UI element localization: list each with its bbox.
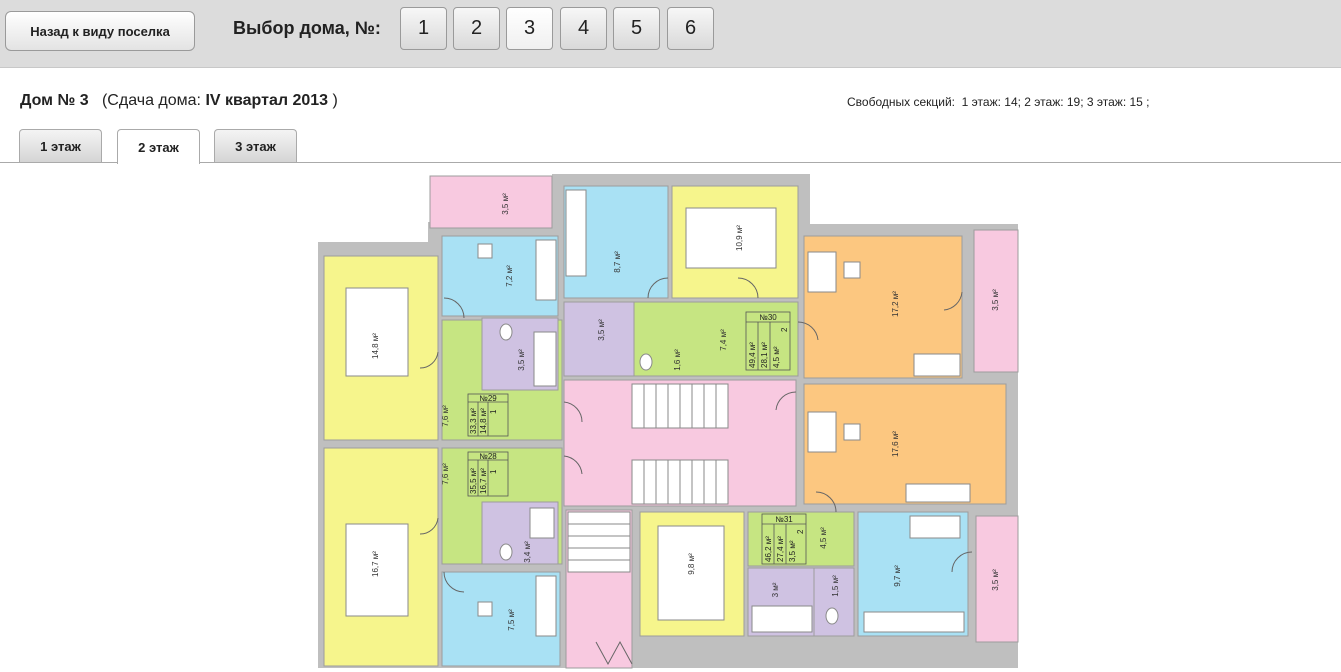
- apartment-28-living: 16,7 м²: [479, 468, 488, 494]
- delivery-value: IV квартал 2013: [205, 92, 329, 109]
- label-wc-30: 1,6 м²: [673, 349, 682, 371]
- toilet-29: [499, 323, 513, 341]
- free-sections: Свободных секций: 1 этаж: 14; 2 этаж: 19…: [847, 95, 1150, 109]
- house-button-6[interactable]: 6: [667, 7, 714, 50]
- shower-28: [529, 507, 555, 539]
- house-button-2[interactable]: 2: [453, 7, 500, 50]
- label-balcony-right-bottom: 3,5 м²: [991, 569, 1000, 591]
- apartment-28-total: 35,5 м²: [469, 468, 478, 494]
- toilet-30: [639, 353, 653, 371]
- label-hall-29: 7,6 м²: [441, 405, 450, 427]
- kitchen-counter-30: [565, 189, 587, 277]
- label-bedroom-29: 14,8 м²: [371, 333, 380, 359]
- top-bar: Назад к виду поселка Выбор дома, №: 1 2 …: [0, 0, 1341, 68]
- apartment-31-rooms: 2: [796, 529, 805, 534]
- delivery-open: (Сдача дома:: [101, 92, 201, 109]
- label-bedroom-30: 10,9 м²: [735, 225, 744, 251]
- apartment-box-29[interactable]: №29 33,3 м² 14,8 м² 1: [467, 393, 509, 437]
- apartment-box-30[interactable]: №30 49,4 м² 28,1 м² 4,5 м² 2: [745, 311, 791, 371]
- label-bath-30: 3,5 м²: [597, 319, 606, 341]
- label-kitchen-29: 7,2 м²: [505, 265, 514, 287]
- house-button-5[interactable]: 5: [613, 7, 660, 50]
- label-bedroom-28: 16,7 м²: [371, 551, 380, 577]
- apartment-box-28[interactable]: №28 35,5 м² 16,7 м² 1: [467, 451, 509, 497]
- tab-floor-3[interactable]: 3 этаж: [214, 129, 297, 163]
- apartment-30-balcony: 4,5 м²: [772, 346, 781, 368]
- apartment-box-31[interactable]: №31 46,2 м² 27,4 м² 3,5 м² 2: [761, 513, 807, 565]
- apartment-30-total: 49,4 м²: [748, 342, 757, 368]
- table-30: [807, 251, 837, 293]
- label-living-31: 17,6 м²: [891, 431, 900, 457]
- toilet-28: [499, 543, 513, 561]
- room-balcony-top-left[interactable]: [429, 175, 553, 229]
- bathtub-31: [751, 605, 813, 633]
- label-kitchen-30: 8,7 м²: [613, 251, 622, 273]
- apartment-31-number: №31: [775, 515, 793, 524]
- apartment-29-rooms: 1: [489, 409, 498, 414]
- table-31: [807, 411, 837, 453]
- free-sections-values: 1 этаж: 14; 2 этаж: 19; 3 этаж: 15 ;: [961, 95, 1150, 109]
- label-hall-28: 7,6 м²: [441, 463, 450, 485]
- label-kitchen-28: 7,5 м²: [507, 609, 516, 631]
- apartment-29-living: 14,8 м²: [479, 408, 488, 434]
- apartment-31-balcony: 3,5 м²: [788, 540, 797, 562]
- toilet-31: [825, 607, 839, 625]
- house-button-1[interactable]: 1: [400, 7, 447, 50]
- table-29: [477, 243, 493, 259]
- house-number: Дом № 3: [20, 92, 89, 109]
- chair-30: [843, 261, 861, 279]
- apartment-31-living: 27,4 м²: [776, 536, 785, 562]
- label-bath-28: 3,4 м²: [523, 541, 532, 563]
- back-to-village-button[interactable]: Назад к виду поселка: [5, 11, 195, 51]
- bathtub-29: [533, 331, 557, 387]
- tab-divider: [0, 162, 1341, 163]
- label-hall-31: 4,5 м²: [819, 527, 828, 549]
- delivery-close: ): [332, 92, 338, 109]
- label-bedroom-31: 9,8 м²: [687, 553, 696, 575]
- tab-floor-2[interactable]: 2 этаж: [117, 129, 200, 164]
- chair-31: [843, 423, 861, 441]
- apartment-28-rooms: 1: [489, 469, 498, 474]
- house-button-3[interactable]: 3: [506, 7, 553, 50]
- label-wc-31: 1,5 м²: [831, 575, 840, 597]
- tab-floor-1[interactable]: 1 этаж: [19, 129, 102, 163]
- apartment-29-total: 33,3 м²: [469, 408, 478, 434]
- table-28: [477, 601, 493, 617]
- apartment-30-living: 28,1 м²: [760, 342, 769, 368]
- floor-plan: 3,5 м² 7,2 м² 8,7 м² 10,9 м² 17,2 м² 3,5…: [318, 174, 1019, 669]
- apartment-31-total: 46,2 м²: [764, 536, 773, 562]
- kitchen-counter-31: [863, 611, 965, 633]
- free-sections-label: Свободных секций:: [847, 95, 955, 109]
- apartment-28-number: №28: [479, 452, 497, 461]
- house-select-label: Выбор дома, №:: [233, 18, 381, 38]
- label-balcony-top-left: 3,5 м²: [501, 193, 510, 215]
- kitchen-counter-28: [535, 575, 557, 637]
- bed-30: [685, 207, 777, 269]
- label-hall-30: 7,4 м²: [719, 329, 728, 351]
- bed-29: [345, 287, 409, 377]
- label-living-30: 17,2 м²: [891, 291, 900, 317]
- label-bath-29: 3,5 м²: [517, 349, 526, 371]
- house-button-4[interactable]: 4: [560, 7, 607, 50]
- label-balcony-right-top: 3,5 м²: [991, 289, 1000, 311]
- house-title: Дом № 3 (Сдача дома: IV квартал 2013 ): [20, 92, 338, 110]
- apartment-30-number: №30: [759, 313, 777, 322]
- kitchen-counter-29: [535, 239, 557, 301]
- apartment-30-rooms: 2: [780, 327, 789, 332]
- label-kitchen-31: 9,7 м²: [893, 565, 902, 587]
- fridge-31: [909, 515, 961, 539]
- sofa-30: [913, 353, 961, 377]
- label-bath-31: 3 м²: [771, 582, 780, 597]
- sofa-31: [905, 483, 971, 503]
- apartment-29-number: №29: [479, 394, 497, 403]
